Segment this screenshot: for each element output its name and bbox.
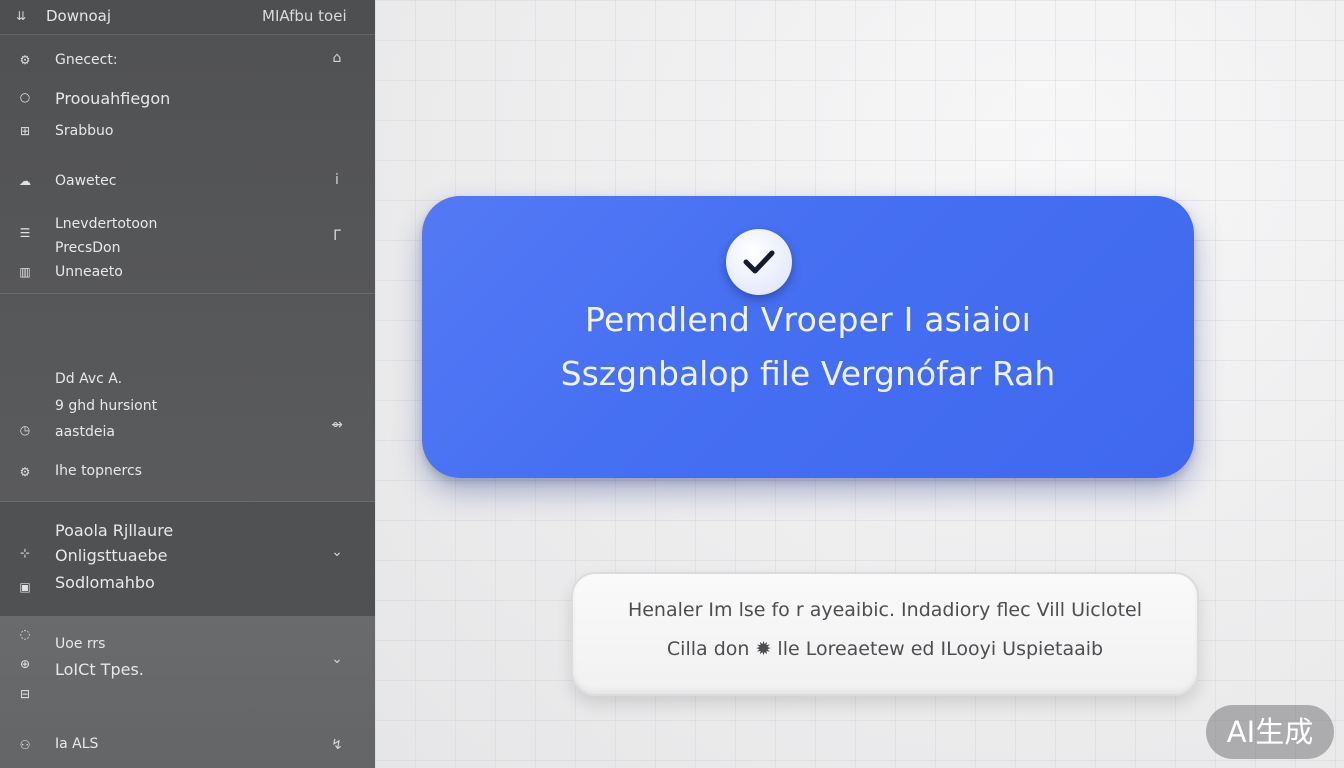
user-icon: ⚇ <box>19 738 31 752</box>
list-icon: ☰ <box>19 226 31 240</box>
ai-generated-badge: AI生成 <box>1206 705 1334 759</box>
gear-icon: ⚙ <box>19 53 31 67</box>
sidebar-header-right[interactable]: MIAfbu toei <box>262 7 347 25</box>
checkmark-icon <box>726 229 792 295</box>
sidebar-item-ihe-topnercs[interactable]: Ihe topnercs <box>55 463 142 479</box>
bell-icon[interactable]: ⌂ <box>328 50 346 66</box>
sidebar-item-sodlomahbo[interactable]: Sodlomahbo <box>55 573 155 592</box>
chevron-down-icon[interactable]: ⌄ <box>328 651 346 667</box>
pin-icon: ⊕ <box>19 657 31 671</box>
sidebar-header: ⇊ Downoaj MIAfbu toei <box>0 0 375 35</box>
sidebar-item-poaola[interactable]: Poaola Rjllaure <box>55 521 173 540</box>
box-icon: ▣ <box>19 580 31 594</box>
sidebar-title: Downoaj <box>46 7 112 25</box>
refresh-icon[interactable]: ↯ <box>328 737 346 753</box>
sidebar-item-proouahfiegon[interactable]: Proouahfiegon <box>55 89 170 108</box>
chevron-down-icon[interactable]: ⌄ <box>328 544 346 560</box>
info-text-line-2: Cilla don ✹ lle Loreaetew ed ILooyi Uspi… <box>666 638 1104 660</box>
cloud-icon: ☁ <box>19 174 31 188</box>
sidebar-item-ia-als[interactable]: Ia ALS <box>55 736 98 752</box>
sidebar-item-gnecect[interactable]: Gnecect: <box>55 52 118 68</box>
circle-icon: ◌ <box>19 627 31 641</box>
sidebar-item-aastdeia[interactable]: aastdeia <box>55 424 115 440</box>
clock-icon: ◷ <box>19 423 31 437</box>
info-panel <box>571 572 1199 696</box>
sidebar: ⇊ Downoaj MIAfbu toei ⚙ Gnecect: ⌂ ○ Pro… <box>0 0 375 768</box>
phone-icon[interactable]: ᒥ <box>328 228 346 244</box>
calendar-icon: ⊟ <box>19 687 31 701</box>
card-title: Pemdlend Vroeper I asiaioı <box>585 300 1031 339</box>
sidebar-item-unneaeto[interactable]: Unneaeto <box>55 264 123 280</box>
sidebar-item-srabbuo[interactable]: Srabbuo <box>55 123 113 139</box>
sidebar-item-onligsttuaebe[interactable]: Onligsttuaebe <box>55 546 167 565</box>
grid-icon: ⊞ <box>19 124 31 138</box>
download-icon[interactable]: ⇊ <box>16 9 26 23</box>
sidebar-item-dd-avc[interactable]: Dd Avc A. <box>55 371 122 387</box>
columns-icon: ▥ <box>19 265 31 279</box>
plus-icon: ⊹ <box>19 546 31 560</box>
info-icon[interactable]: ⅰ <box>328 172 346 188</box>
sidebar-item-uoe-rrs[interactable]: Uoe rrs <box>55 636 105 652</box>
info-text-line-1: Henaler Im lse fo r ayeaibic. Indadiory … <box>627 599 1143 621</box>
sidebar-item-lnevdertotoon[interactable]: Lnevdertotoon <box>55 216 157 232</box>
sidebar-item-precsdon[interactable]: PrecsDon <box>55 240 120 256</box>
card-subtitle: Sszgnbalop file Vergnófar Rah <box>560 354 1056 393</box>
circle-icon: ○ <box>19 90 31 104</box>
sidebar-item-loict-tpes[interactable]: LoICt Tpes. <box>55 660 144 679</box>
sliders-icon: ⚙ <box>19 465 31 479</box>
sidebar-item-oawetec[interactable]: Oawetec <box>55 173 116 189</box>
sidebar-item-ghd-hursiont[interactable]: 9 ghd hursiont <box>55 398 157 414</box>
arrow-icon[interactable]: ⇴ <box>328 417 346 433</box>
